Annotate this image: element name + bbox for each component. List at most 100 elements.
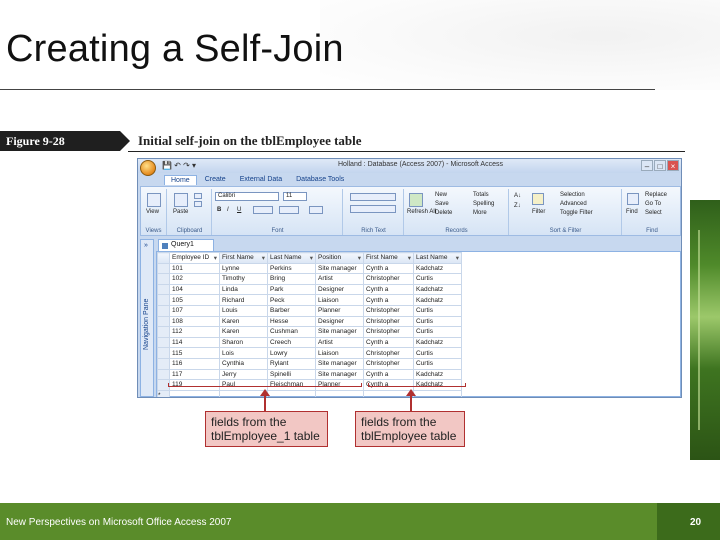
select-all-cell[interactable] xyxy=(157,252,170,264)
maximize-icon[interactable]: □ xyxy=(654,160,666,171)
select-button[interactable]: Select xyxy=(645,210,662,216)
find-icon[interactable] xyxy=(627,193,639,205)
replace-button[interactable]: Replace xyxy=(645,192,667,198)
column-dropdown-icon[interactable]: ▾ xyxy=(408,254,411,262)
table-cell[interactable]: Cushman xyxy=(267,326,316,338)
table-cell[interactable]: Richard xyxy=(219,294,268,306)
table-cell[interactable]: Kadchatz xyxy=(413,283,462,296)
table-cell[interactable]: Lynne xyxy=(219,262,268,275)
table-cell[interactable]: Hesse xyxy=(267,315,316,328)
row-selector[interactable] xyxy=(157,326,170,338)
table-cell[interactable]: Curtis xyxy=(413,315,462,328)
refresh-icon[interactable] xyxy=(409,193,423,207)
tab-database-tools[interactable]: Database Tools xyxy=(290,175,350,185)
row-selector[interactable] xyxy=(157,273,170,285)
table-cell[interactable]: Jerry xyxy=(219,368,268,381)
gridlines-icon[interactable] xyxy=(309,206,323,214)
column-dropdown-icon[interactable]: ▾ xyxy=(214,254,217,262)
table-cell[interactable]: Curtis xyxy=(413,357,462,370)
table-cell[interactable]: Christopher xyxy=(363,304,414,317)
view-icon[interactable] xyxy=(147,193,161,207)
column-dropdown-icon[interactable]: ▾ xyxy=(456,254,459,262)
table-cell[interactable]: Curtis xyxy=(413,273,462,285)
table-cell[interactable] xyxy=(413,389,462,397)
table-cell[interactable]: Planner xyxy=(315,304,364,317)
table-cell[interactable]: Kadchatz xyxy=(413,294,462,306)
table-cell[interactable]: Lowry xyxy=(267,347,316,359)
table-cell[interactable]: Site manager xyxy=(315,368,364,381)
table-cell[interactable]: Cynthia xyxy=(219,357,268,370)
table-cell[interactable]: 104 xyxy=(169,283,220,296)
row-selector[interactable] xyxy=(157,294,170,306)
row-selector[interactable] xyxy=(157,336,170,349)
copy-icon[interactable] xyxy=(194,201,202,207)
table-row[interactable]: 102 Timothy Bring Artist Christopher Curtis xyxy=(157,273,462,285)
column-header[interactable]: First Name ▾ xyxy=(363,252,414,264)
table-cell[interactable]: 105 xyxy=(169,294,220,306)
table-cell[interactable] xyxy=(169,389,220,397)
table-cell[interactable]: 115 xyxy=(169,347,220,359)
row-selector[interactable] xyxy=(157,283,170,296)
table-cell[interactable]: Timothy xyxy=(219,273,268,285)
table-cell[interactable]: Kadchatz xyxy=(413,336,462,349)
table-cell[interactable]: 114 xyxy=(169,336,220,349)
filter-button[interactable]: Filter xyxy=(532,209,545,215)
query-document-tab[interactable]: Query1 xyxy=(158,239,214,251)
table-row[interactable]: 101 Lynne Perkins Site manager Cynth a Kadcha… xyxy=(157,262,462,275)
list-indent-icon[interactable] xyxy=(350,193,396,201)
paste-button[interactable]: Paste xyxy=(173,209,188,215)
table-cell[interactable]: Designer xyxy=(315,283,364,296)
table-cell[interactable]: Barber xyxy=(267,304,316,317)
quick-access-toolbar[interactable]: 💾 ↶ ↷ ▾ xyxy=(162,161,196,170)
table-cell[interactable]: Park xyxy=(267,283,316,296)
office-button[interactable] xyxy=(140,160,156,176)
row-selector[interactable] xyxy=(157,304,170,317)
toggle-filter-button[interactable]: Toggle Filter xyxy=(560,210,593,216)
table-row[interactable]: 104 Linda Park Designer Cynth a Kadchatz xyxy=(157,283,462,296)
table-cell[interactable]: Site manager xyxy=(315,357,364,370)
table-cell[interactable]: 102 xyxy=(169,273,220,285)
table-cell[interactable]: Site manager xyxy=(315,262,364,275)
table-cell[interactable]: Christopher xyxy=(363,273,414,285)
table-cell[interactable]: Christopher xyxy=(363,347,414,359)
table-cell[interactable]: Christopher xyxy=(363,315,414,328)
table-cell[interactable]: Cynth a xyxy=(363,368,414,381)
paste-icon[interactable] xyxy=(174,193,188,207)
cut-icon[interactable] xyxy=(194,193,202,199)
column-header[interactable]: Last Name ▾ xyxy=(413,252,462,264)
table-cell[interactable]: Curtis xyxy=(413,347,462,359)
nav-expand-icon[interactable]: » xyxy=(144,242,148,249)
row-selector[interactable] xyxy=(157,368,170,381)
tab-home[interactable]: Home xyxy=(164,175,197,185)
table-cell[interactable]: Curtis xyxy=(413,326,462,338)
font-color-icon[interactable] xyxy=(253,206,273,214)
new-record-button[interactable]: New xyxy=(435,192,447,198)
table-cell[interactable]: Artist xyxy=(315,336,364,349)
table-cell[interactable]: Cynth a xyxy=(363,283,414,296)
spelling-button[interactable]: Spelling xyxy=(473,201,494,207)
save-record-button[interactable]: Save xyxy=(435,201,449,207)
totals-button[interactable]: Totals xyxy=(473,192,489,198)
table-row[interactable]: 117 Jerry Spinelli Site manager Cynth a Kadch… xyxy=(157,368,462,381)
row-selector[interactable] xyxy=(157,347,170,359)
navigation-pane[interactable]: » Navigation Pane xyxy=(140,239,154,397)
table-cell[interactable]: 108 xyxy=(169,315,220,328)
table-cell[interactable]: 101 xyxy=(169,262,220,275)
sort-descending-icon[interactable]: Z↓ xyxy=(514,203,521,209)
table-cell[interactable]: Karen xyxy=(219,315,268,328)
table-cell[interactable]: Kadchatz xyxy=(413,368,462,381)
table-cell[interactable]: Cynth a xyxy=(363,262,414,275)
table-cell[interactable]: Christopher xyxy=(363,357,414,370)
text-direction-icon[interactable] xyxy=(350,205,396,213)
row-selector[interactable] xyxy=(157,357,170,370)
table-row[interactable]: 105 Richard Peck Liaison Cynth a Kadchatz xyxy=(157,294,462,306)
more-button[interactable]: More xyxy=(473,210,487,216)
table-cell[interactable] xyxy=(315,389,364,397)
table-cell[interactable]: Linda xyxy=(219,283,268,296)
table-cell[interactable]: Karen xyxy=(219,326,268,338)
row-selector[interactable] xyxy=(157,315,170,328)
table-row[interactable]: 116 Cynthia Rylant Site manager Christopher C… xyxy=(157,357,462,370)
alignment-icon[interactable] xyxy=(279,206,299,214)
table-cell[interactable]: Artist xyxy=(315,273,364,285)
table-cell[interactable]: Bring xyxy=(267,273,316,285)
